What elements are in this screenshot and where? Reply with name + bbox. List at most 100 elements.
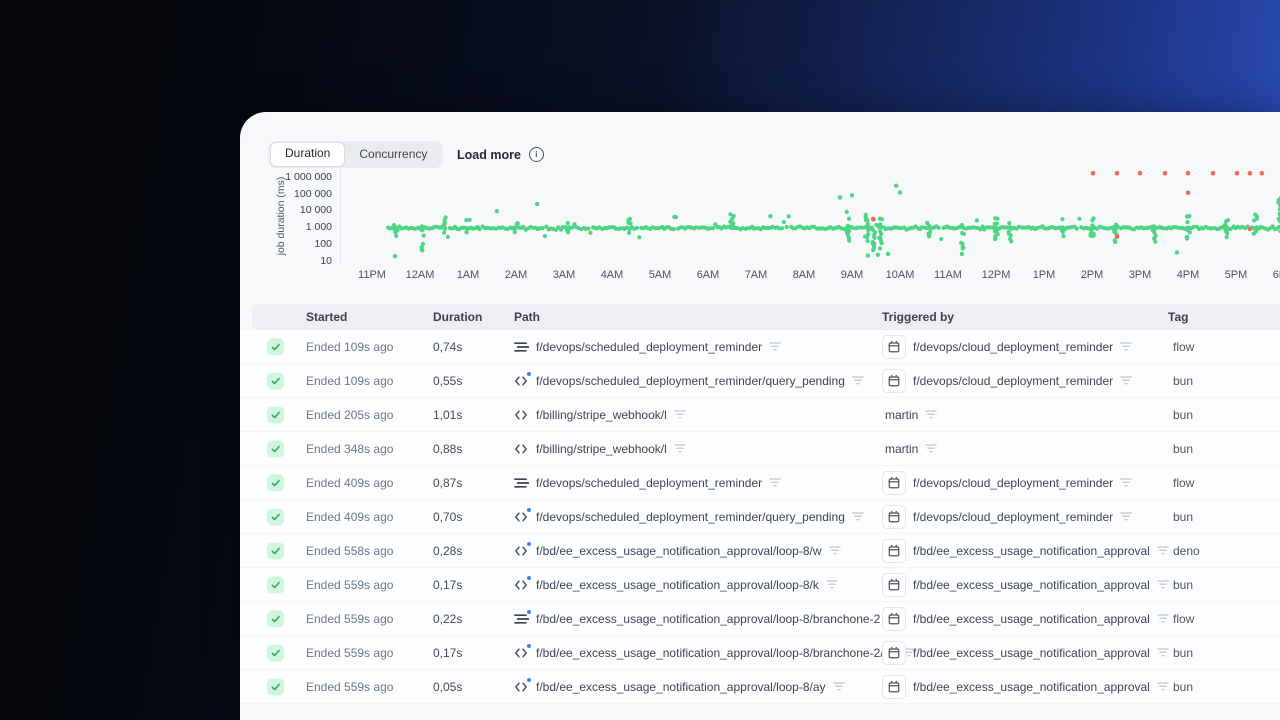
path-link[interactable]: f/devops/scheduled_deployment_reminder/q… [536,510,845,524]
filter-icon[interactable] [832,681,846,692]
tag-cell: deno [1173,543,1200,558]
path-link[interactable]: f/devops/scheduled_deployment_reminder/q… [536,374,845,388]
triggered-by-user[interactable]: martin [885,442,918,456]
path-cell: f/bd/ee_excess_usage_notification_approv… [514,541,842,558]
filter-icon[interactable] [1120,511,1133,522]
path-link[interactable]: f/bd/ee_excess_usage_notification_approv… [536,680,826,694]
filter-icon[interactable] [769,341,782,352]
path-link[interactable]: f/devops/scheduled_deployment_reminder [536,476,762,490]
schedule-icon [882,504,906,529]
filter-icon[interactable] [828,545,842,556]
filter-icon[interactable] [674,409,687,420]
path-link[interactable]: f/devops/scheduled_deployment_reminder [536,340,762,354]
started-cell: Ended 348s ago [306,441,394,456]
duration-scatter-chart[interactable] [240,112,1280,282]
filter-icon[interactable] [925,443,938,454]
col-duration: Duration [433,310,483,324]
flow-icon [514,476,529,490]
filter-icon[interactable] [826,579,839,590]
triggered-by-user[interactable]: martin [885,408,918,422]
table-row[interactable]: Ended 348s ago 0,88s f/billing/stripe_webh… [240,432,1280,466]
filter-icon[interactable] [1157,647,1170,658]
triggered-by-link[interactable]: f/bd/ee_excess_usage_notification_approv… [913,646,1150,660]
tag-cell: flow [1173,611,1195,626]
started-cell: Ended 409s ago [306,475,394,490]
filter-icon[interactable] [1157,613,1170,624]
path-cell: f/devops/scheduled_deployment_reminder [514,476,782,490]
triggered-by-link[interactable]: f/bd/ee_excess_usage_notification_approv… [913,578,1150,592]
triggered-by-link[interactable]: f/devops/cloud_deployment_reminder [913,476,1113,490]
table-row[interactable]: Ended 409s ago 0,70s f/devops/scheduled_de… [240,500,1280,534]
filter-icon[interactable] [1120,477,1133,488]
path-cell: f/devops/scheduled_deployment_reminder/q… [514,371,865,388]
duration-cell: 0,74s [433,339,463,354]
filter-icon[interactable] [769,477,782,488]
success-check-badge [267,610,284,627]
triggered-by-link[interactable]: f/bd/ee_excess_usage_notification_approv… [913,680,1150,694]
table-row[interactable]: Ended 559s ago 0,05s f/bd/ee_excess_usage_… [240,670,1280,704]
filter-icon[interactable] [852,375,865,386]
script-icon [514,541,531,558]
tag-cell: bun [1173,373,1194,388]
started-cell: Ended 109s ago [306,339,394,354]
path-link[interactable]: f/bd/ee_excess_usage_notification_approv… [536,612,880,626]
script-icon [514,507,531,524]
draft-dot-icon [527,575,531,580]
draft-dot-icon [527,643,531,648]
duration-cell: 0,17s [433,645,463,660]
table-row[interactable]: Ended 559s ago 0,22s f/bd/ee_excess_usage_… [240,602,1280,636]
duration-cell: 0,28s [433,543,463,558]
path-cell: f/bd/ee_excess_usage_notification_approv… [514,677,846,694]
filter-icon[interactable] [1157,681,1170,692]
path-link[interactable]: f/billing/stripe_webhook/l [536,408,667,422]
schedule-icon [882,538,906,563]
path-link[interactable]: f/bd/ee_excess_usage_notification_approv… [536,578,819,592]
filter-icon[interactable] [1157,579,1170,590]
table-row[interactable]: Ended 109s ago 0,55s f/devops/scheduled_de… [240,364,1280,398]
started-cell: Ended 558s ago [306,543,394,558]
draft-dot-icon [527,609,531,614]
triggered-by-link[interactable]: f/devops/cloud_deployment_reminder [913,340,1113,354]
started-cell: Ended 559s ago [306,679,394,694]
tag-cell: bun [1173,679,1194,694]
path-cell: f/bd/ee_excess_usage_notification_approv… [514,643,916,660]
filter-icon[interactable] [1120,341,1133,352]
success-check-badge [267,644,284,661]
schedule-icon [882,606,906,631]
started-cell: Ended 559s ago [306,611,394,626]
filter-icon[interactable] [925,409,938,420]
triggered-by-cell: f/bd/ee_excess_usage_notification_approv… [882,640,1170,665]
table-row[interactable]: Ended 109s ago 0,74s f/devops/scheduled_de… [240,330,1280,364]
triggered-by-cell: f/bd/ee_excess_usage_notification_approv… [882,572,1170,597]
table-row[interactable]: Ended 205s ago 1,01s f/billing/stripe_webh… [240,398,1280,432]
success-check-badge [267,508,284,525]
table-row[interactable]: Ended 558s ago 0,28s f/bd/ee_excess_usage_… [240,534,1280,568]
path-link[interactable]: f/bd/ee_excess_usage_notification_approv… [536,646,896,660]
triggered-by-cell: f/devops/cloud_deployment_reminder [882,334,1133,359]
triggered-by-cell: f/bd/ee_excess_usage_notification_approv… [882,674,1170,699]
triggered-by-link[interactable]: f/devops/cloud_deployment_reminder [913,374,1113,388]
triggered-by-cell: f/bd/ee_excess_usage_notification_approv… [882,538,1170,563]
filter-icon[interactable] [1120,375,1133,386]
filter-icon[interactable] [674,443,687,454]
schedule-icon [882,470,906,495]
filter-icon[interactable] [1157,545,1170,556]
path-link[interactable]: f/billing/stripe_webhook/l [536,442,667,456]
filter-icon[interactable] [852,511,865,522]
duration-cell: 0,87s [433,475,463,490]
table-row[interactable]: Ended 559s ago 0,17s f/bd/ee_excess_usage_… [240,636,1280,670]
duration-cell: 0,05s [433,679,463,694]
table-row[interactable]: Ended 409s ago 0,87s f/devops/scheduled_de… [240,466,1280,500]
path-link[interactable]: f/bd/ee_excess_usage_notification_approv… [536,544,822,558]
triggered-by-link[interactable]: f/bd/ee_excess_usage_notification_approv… [913,544,1150,558]
table-row[interactable]: Ended 559s ago 0,17s f/bd/ee_excess_usage_… [240,568,1280,602]
duration-cell: 0,22s [433,611,463,626]
script-icon [514,442,529,456]
draft-dot-icon [527,677,531,682]
triggered-by-link[interactable]: f/bd/ee_excess_usage_notification_approv… [913,612,1150,626]
duration-cell: 1,01s [433,407,463,422]
triggered-by-link[interactable]: f/devops/cloud_deployment_reminder [913,510,1113,524]
triggered-by-cell: martin [885,408,938,422]
triggered-by-cell: f/bd/ee_excess_usage_notification_approv… [882,606,1170,631]
col-path: Path [514,310,541,324]
